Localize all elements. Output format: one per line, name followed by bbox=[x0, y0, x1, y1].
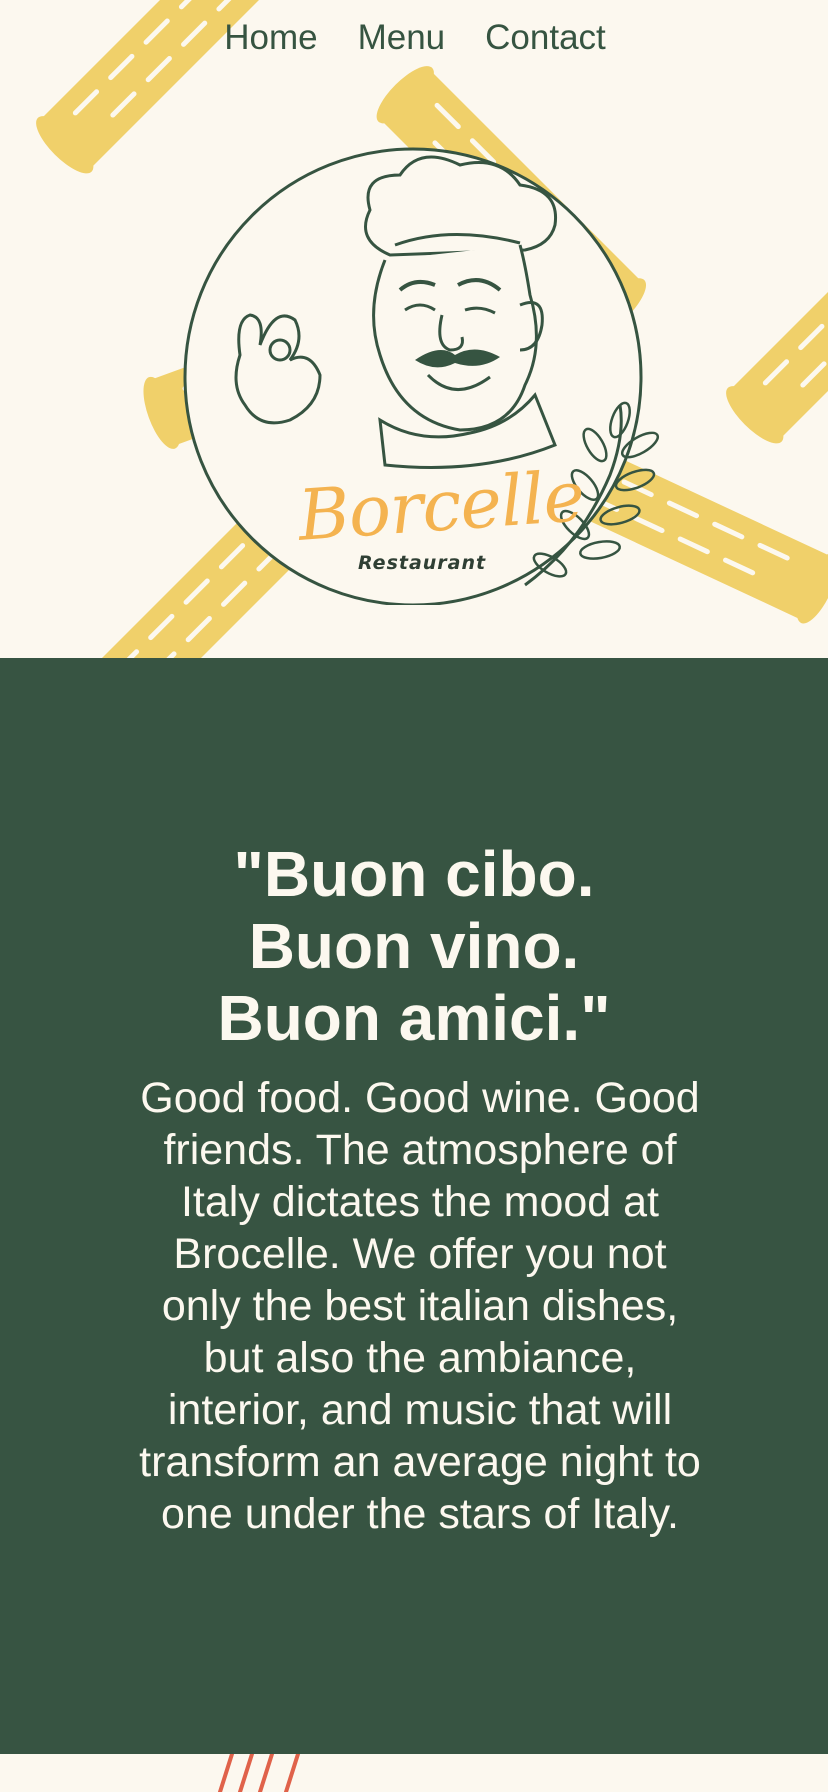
about-heading: "Buon cibo. Buon vino. Buon amici." bbox=[0, 838, 828, 1054]
hero-section: Home Menu Contact Borcelle Restaurant bbox=[0, 0, 828, 658]
footer-decoration bbox=[0, 1754, 828, 1792]
main-nav: Home Menu Contact bbox=[0, 18, 828, 58]
pasta-stripes-decoration bbox=[218, 1754, 300, 1792]
about-heading-line: Buon vino. bbox=[248, 910, 580, 982]
nav-home-link[interactable]: Home bbox=[224, 18, 317, 58]
about-description: Good food. Good wine. Good friends. The … bbox=[139, 1074, 701, 1538]
about-heading-line: "Buon cibo. bbox=[233, 838, 595, 910]
nav-contact-link[interactable]: Contact bbox=[485, 18, 606, 58]
about-section: "Buon cibo. Buon vino. Buon amici." Good… bbox=[0, 658, 828, 1754]
nav-menu-link[interactable]: Menu bbox=[358, 18, 446, 58]
about-heading-line: Buon amici." bbox=[217, 982, 611, 1054]
brand-subtitle: Restaurant bbox=[358, 552, 487, 574]
